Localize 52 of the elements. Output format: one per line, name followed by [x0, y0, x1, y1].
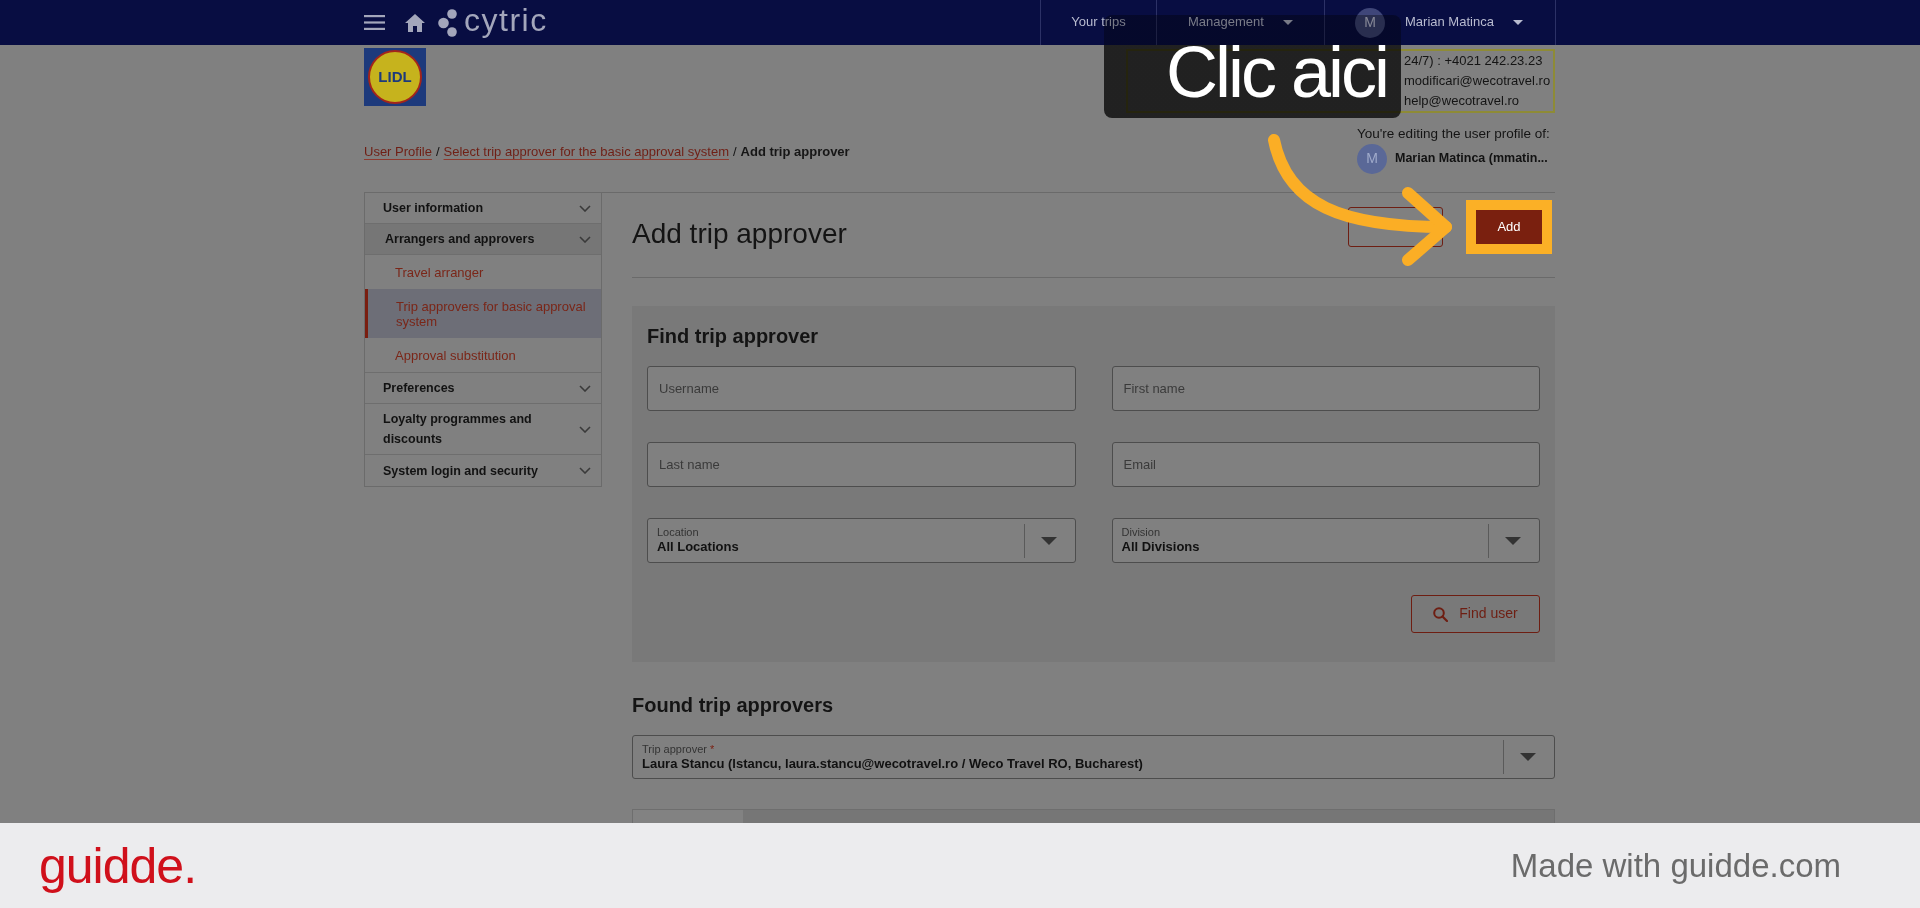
- notice-text: 24/7) : +4021 242.23.23: [1404, 52, 1543, 70]
- footer-logo: guidde.: [39, 840, 197, 891]
- chevron-icon: [579, 425, 591, 433]
- caret-icon: [1505, 536, 1521, 545]
- chevron-icon: [579, 467, 591, 474]
- sidebar-section[interactable]: Preferences: [365, 373, 601, 404]
- caret-icon: [1512, 20, 1523, 25]
- notice-text: help@wecotravel.ro: [1404, 92, 1520, 110]
- find-user-button[interactable]: Find user: [1411, 595, 1540, 633]
- profile-name: Marian Matinca (mmatin...: [1395, 150, 1548, 168]
- dots-logo-icon: [438, 8, 458, 37]
- nav-link[interactable]: Your trips: [1040, 0, 1156, 45]
- caret-icon: [1040, 536, 1057, 545]
- sidebar-section[interactable]: Loyalty programmes and discounts: [365, 404, 601, 455]
- sidebar-section[interactable]: Arrangers and approvers: [365, 224, 601, 255]
- input-field[interactable]: Email: [1111, 442, 1540, 487]
- sidebar-item[interactable]: Travel arranger: [365, 255, 601, 289]
- nav-dropdown[interactable]: Management: [1156, 0, 1324, 45]
- search-icon: [1433, 606, 1449, 622]
- select-field[interactable]: Trip approver * Laura Stancu (lstancu, laura.stancu@wecotravel.ro / Weco Travel RO, Bucharest): [632, 735, 1555, 779]
- caret-icon: [1520, 753, 1536, 761]
- select-field[interactable]: Location All Locations: [647, 518, 1076, 563]
- breadcrumb-link[interactable]: Select trip approver for the basic approval system: [443, 144, 729, 159]
- sidebar-item[interactable]: Approval substitution: [365, 338, 601, 372]
- brand-name: cytric: [464, 4, 548, 36]
- page-title: Add trip approver: [632, 217, 847, 251]
- caret-icon: [1282, 20, 1293, 25]
- select-field[interactable]: Division All Divisions: [1111, 518, 1540, 563]
- breadcrumb-separator: /: [435, 144, 440, 159]
- section-title: Find trip approver: [647, 324, 820, 348]
- home-icon[interactable]: [405, 13, 425, 32]
- menu-icon[interactable]: [364, 15, 385, 30]
- user-avatar: M: [1355, 7, 1385, 38]
- section-title: Found trip approvers: [632, 693, 835, 717]
- outline-button[interactable]: [1348, 207, 1443, 247]
- user-menu[interactable]: M Marian Matinca: [1324, 0, 1556, 45]
- breadcrumb-current: Add trip approver: [740, 144, 850, 159]
- breadcrumb-link[interactable]: User Profile: [364, 144, 432, 159]
- input-field[interactable]: First name: [1111, 366, 1540, 411]
- breadcrumb-separator: /: [732, 144, 737, 159]
- notice-text: modificari@wecotravel.ro: [1404, 72, 1551, 90]
- user-avatar: M: [1357, 144, 1387, 174]
- footer-caption: Made with guidde.com: [1510, 849, 1841, 882]
- primary-button[interactable]: Add: [1466, 200, 1552, 254]
- chevron-icon: [579, 204, 591, 212]
- chevron-icon: [579, 384, 591, 392]
- sidebar-section[interactable]: System login and security: [365, 455, 601, 486]
- chevron-icon: [579, 235, 591, 243]
- editing-caption: You're editing the user profile of:: [1357, 125, 1550, 143]
- input-field[interactable]: Last name: [647, 442, 1076, 487]
- input-field[interactable]: Username: [647, 366, 1076, 411]
- company-logo: LIDL: [364, 48, 426, 106]
